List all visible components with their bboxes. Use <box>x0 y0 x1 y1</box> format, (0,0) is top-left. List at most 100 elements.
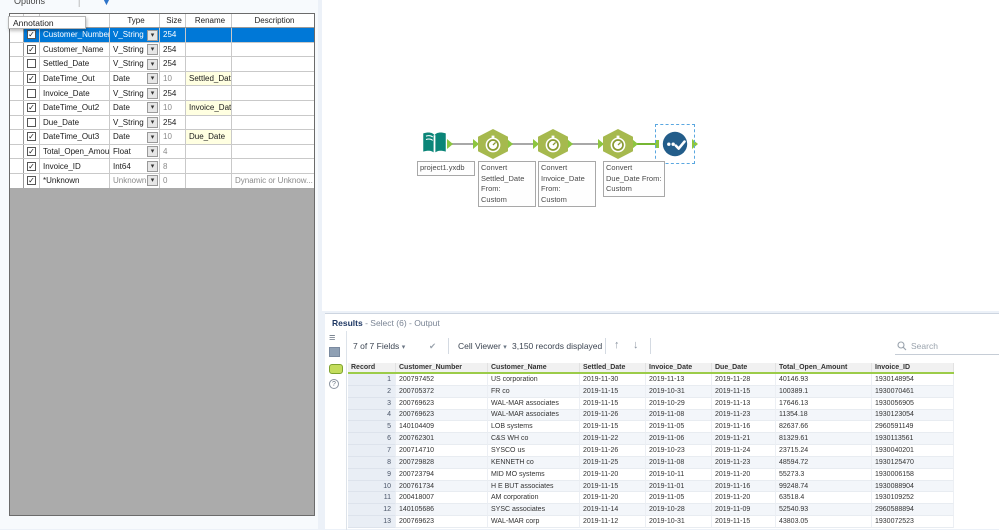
field-name-cell[interactable]: Total_Open_Amount <box>40 145 110 159</box>
field-name-cell[interactable]: DateTime_Out <box>40 72 110 86</box>
size-cell[interactable]: 254 <box>160 86 186 100</box>
type-dropdown[interactable]: Unknown▾ <box>110 174 160 188</box>
record-number-cell[interactable]: 8 <box>348 457 396 469</box>
field-name-cell[interactable]: Settled_Date <box>40 57 110 71</box>
type-dropdown-arrow-icon[interactable]: ▾ <box>147 44 158 55</box>
data-cell[interactable]: C&S WH co <box>488 433 580 445</box>
data-cell[interactable]: 2019-10-29 <box>646 398 712 410</box>
data-cell[interactable]: 200761734 <box>396 481 488 493</box>
column-header-invoice_date[interactable]: Invoice_Date <box>646 363 712 372</box>
data-cell[interactable]: WAL-MAR associates <box>488 398 580 410</box>
description-cell[interactable] <box>232 57 314 71</box>
record-number-cell[interactable]: 4 <box>348 410 396 422</box>
rename-cell[interactable] <box>186 116 232 130</box>
data-cell[interactable]: 2019-10-11 <box>646 469 712 481</box>
data-cell[interactable]: WAL-MAR associates <box>488 410 580 422</box>
data-cell[interactable]: 2019-10-31 <box>646 386 712 398</box>
data-cell[interactable]: 200769623 <box>396 410 488 422</box>
size-cell[interactable]: 254 <box>160 57 186 71</box>
type-dropdown[interactable]: V_String▾ <box>110 86 160 100</box>
data-cell[interactable]: 2960591149 <box>872 421 954 433</box>
data-cell[interactable]: 200705372 <box>396 386 488 398</box>
data-cell[interactable]: 2019-11-12 <box>580 516 646 528</box>
type-dropdown[interactable]: V_String▾ <box>110 28 160 42</box>
row-selector[interactable] <box>10 86 24 100</box>
data-cell[interactable]: 2019-11-15 <box>712 516 776 528</box>
workflow-canvas[interactable]: project1.yxdb ConvertSettled_DateFrom:Cu… <box>322 0 999 311</box>
data-cell[interactable]: 1930148954 <box>872 374 954 386</box>
data-cell[interactable]: 200714710 <box>396 445 488 457</box>
table-row[interactable]: 6200762301C&S WH co2019-11-222019-11-062… <box>348 433 954 445</box>
data-cell[interactable]: 1930113561 <box>872 433 954 445</box>
data-cell[interactable]: 2019-11-08 <box>646 457 712 469</box>
table-row[interactable]: 2200705372FR co2019-11-152019-10-312019-… <box>348 386 954 398</box>
rename-cell[interactable] <box>186 86 232 100</box>
field-name-cell[interactable]: Invoice_ID <box>40 159 110 173</box>
column-header-invoice_id[interactable]: Invoice_ID <box>872 363 954 372</box>
column-header-due_date[interactable]: Due_Date <box>712 363 776 372</box>
data-cell[interactable]: 200769623 <box>396 398 488 410</box>
data-cell[interactable]: 2019-11-09 <box>712 504 776 516</box>
data-cell[interactable]: 2019-11-13 <box>646 374 712 386</box>
field-checkbox[interactable] <box>27 89 36 98</box>
description-cell[interactable] <box>232 28 314 42</box>
rename-cell[interactable] <box>186 174 232 188</box>
data-cell[interactable]: 2019-11-15 <box>580 386 646 398</box>
data-cell[interactable]: 40146.93 <box>776 374 872 386</box>
search-input[interactable]: Search <box>895 337 999 355</box>
type-dropdown-arrow-icon[interactable]: ▾ <box>147 161 158 172</box>
column-header-total_open_amount[interactable]: Total_Open_Amount <box>776 363 872 372</box>
data-cell[interactable]: 200797452 <box>396 374 488 386</box>
column-header-customer_name[interactable]: Customer_Name <box>488 363 580 372</box>
description-cell[interactable] <box>232 43 314 57</box>
select-tool[interactable] <box>662 131 688 157</box>
data-cell[interactable]: 2019-11-15 <box>580 421 646 433</box>
data-cell[interactable]: 2019-10-31 <box>646 516 712 528</box>
type-dropdown-arrow-icon[interactable]: ▾ <box>147 73 158 84</box>
data-cell[interactable]: 200762301 <box>396 433 488 445</box>
record-number-cell[interactable]: 10 <box>348 481 396 493</box>
rename-cell[interactable] <box>186 28 232 42</box>
rename-cell[interactable] <box>186 159 232 173</box>
field-row[interactable]: Due_DateV_String▾254 <box>10 116 314 131</box>
record-number-cell[interactable]: 1 <box>348 374 396 386</box>
data-cell[interactable]: 17646.13 <box>776 398 872 410</box>
row-selector[interactable] <box>10 72 24 86</box>
data-cell[interactable]: US corporation <box>488 374 580 386</box>
apply-check-icon[interactable]: ✔ <box>429 341 436 352</box>
data-cell[interactable]: 43803.05 <box>776 516 872 528</box>
field-name-cell[interactable]: DateTime_Out3 <box>40 130 110 144</box>
type-dropdown[interactable]: V_String▾ <box>110 57 160 71</box>
type-dropdown-arrow-icon[interactable]: ▾ <box>147 146 158 157</box>
record-number-cell[interactable]: 2 <box>348 386 396 398</box>
data-cell[interactable]: 1930125470 <box>872 457 954 469</box>
row-selector[interactable] <box>10 116 24 130</box>
cell-viewer-dropdown[interactable]: Cell Viewer ▾ <box>458 341 507 351</box>
type-dropdown-arrow-icon[interactable]: ▾ <box>147 132 158 143</box>
data-cell[interactable]: 2019-11-20 <box>580 469 646 481</box>
data-cell[interactable]: 1930088904 <box>872 481 954 493</box>
data-cell[interactable]: FR co <box>488 386 580 398</box>
data-cell[interactable]: 23715.24 <box>776 445 872 457</box>
data-cell[interactable]: 1930072523 <box>872 516 954 528</box>
table-row[interactable]: 5140104409LOB systems2019-11-152019-11-0… <box>348 421 954 433</box>
data-cell[interactable]: WAL-MAR corp <box>488 516 580 528</box>
row-selector[interactable] <box>10 174 24 188</box>
data-cell[interactable]: 1930070461 <box>872 386 954 398</box>
rename-cell[interactable] <box>186 145 232 159</box>
size-cell[interactable]: 0 <box>160 174 186 188</box>
description-cell[interactable] <box>232 86 314 100</box>
data-cell[interactable]: 2019-11-16 <box>712 421 776 433</box>
help-icon[interactable]: ? <box>329 379 339 389</box>
type-dropdown-arrow-icon[interactable]: ▾ <box>147 117 158 128</box>
type-dropdown-arrow-icon[interactable]: ▾ <box>147 175 158 186</box>
data-cell[interactable]: 2019-11-24 <box>712 445 776 457</box>
description-cell[interactable] <box>232 130 314 144</box>
data-cell[interactable]: 2019-11-15 <box>580 481 646 493</box>
arrow-up-icon[interactable]: ↑ <box>614 339 620 351</box>
data-cell[interactable]: 2019-11-15 <box>580 398 646 410</box>
data-cell[interactable]: 2019-11-06 <box>646 433 712 445</box>
type-column-header[interactable]: Type <box>110 14 160 27</box>
row-selector[interactable] <box>10 101 24 115</box>
size-cell[interactable]: 254 <box>160 116 186 130</box>
